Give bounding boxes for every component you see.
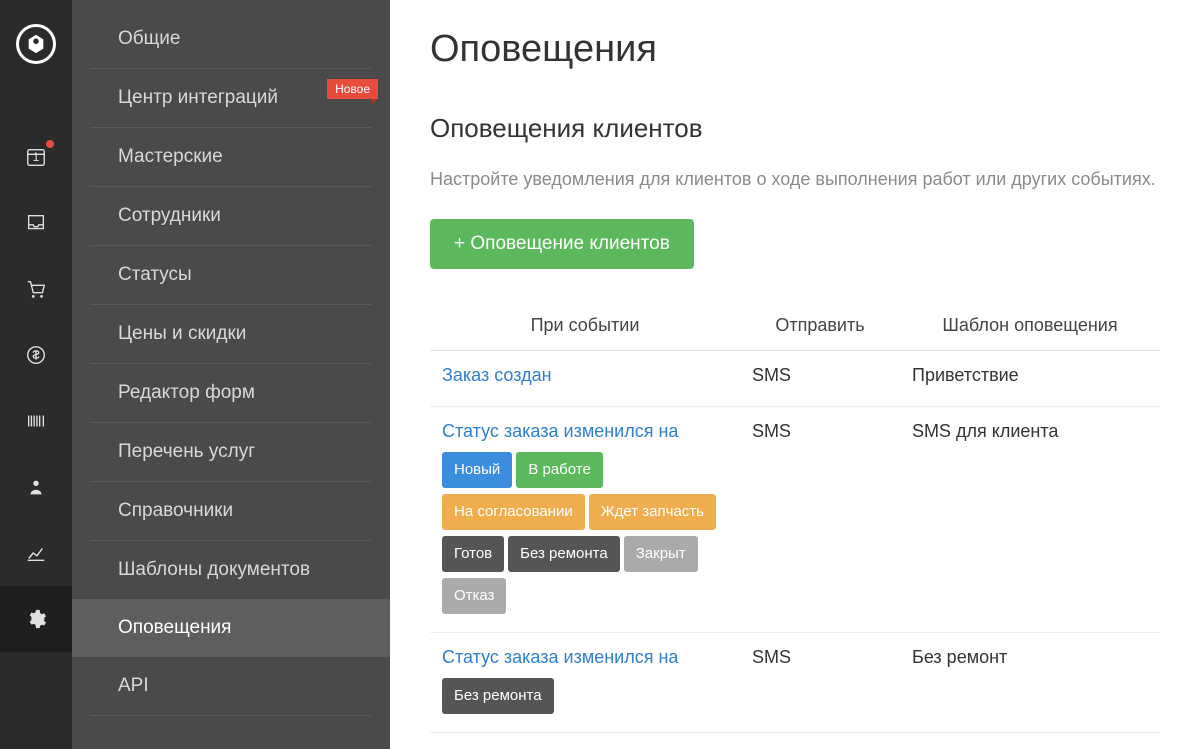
- rail-inbox[interactable]: 1: [0, 124, 72, 190]
- send-cell: SMS: [740, 351, 900, 407]
- rail-badge-count: 1: [33, 150, 40, 164]
- sidebar-item-services[interactable]: Перечень услуг: [90, 423, 372, 482]
- icon-rail: 1: [0, 0, 72, 749]
- page-title: Оповещения: [430, 28, 1160, 71]
- sidebar-item-label: Сотрудники: [118, 205, 221, 226]
- template-cell: SMS для клиента: [900, 407, 1160, 633]
- notifications-table: При событии Отправить Шаблон оповещения …: [430, 301, 1160, 749]
- template-cell: Приветствие: [900, 351, 1160, 407]
- send-cell: SMS: [740, 633, 900, 733]
- status-tag: На согласовании: [442, 494, 585, 530]
- main-content: Оповещения Оповещения клиентов Настройте…: [390, 0, 1200, 749]
- sidebar-item-general[interactable]: Общие: [90, 10, 372, 69]
- sidebar-item-workshops[interactable]: Мастерские: [90, 128, 372, 187]
- table-row[interactable]: Заказ создан SMSПриветствие: [430, 351, 1160, 407]
- rail-analytics[interactable]: [0, 520, 72, 586]
- rail-tray[interactable]: [0, 190, 72, 256]
- sidebar-item-doc-templates[interactable]: Шаблоны документов: [90, 541, 372, 599]
- sidebar-item-integrations[interactable]: Центр интеграций Новое: [90, 69, 372, 128]
- sidebar-item-prices[interactable]: Цены и скидки: [90, 305, 372, 364]
- col-event: При событии: [430, 301, 740, 351]
- app-logo[interactable]: [16, 24, 56, 64]
- status-tag: Новый: [442, 452, 512, 488]
- rail-settings[interactable]: [0, 586, 72, 652]
- gear-icon: [25, 608, 47, 630]
- status-tag: Закрыт: [624, 536, 698, 572]
- sidebar-item-label: Общие: [118, 28, 180, 49]
- sidebar-item-label: API: [118, 675, 149, 696]
- sidebar-item-label: Цены и скидки: [118, 323, 246, 344]
- new-badge: Новое: [327, 79, 378, 99]
- status-tag: Без ремонта: [442, 678, 554, 714]
- notification-dot-icon: [46, 140, 54, 148]
- logo-icon: [25, 33, 47, 55]
- event-link[interactable]: Статус заказа изменился на: [442, 647, 678, 668]
- dollar-icon: [25, 344, 47, 366]
- sidebar-item-label: Шаблоны документов: [118, 559, 310, 580]
- sidebar-item-label: Справочники: [118, 500, 233, 521]
- table-row[interactable]: Статус заказа изменился на Без ремонта SMS…: [430, 633, 1160, 733]
- sidebar-item-api[interactable]: API: [90, 657, 372, 716]
- status-tag: Готов: [442, 536, 504, 572]
- sidebar-item-label: Статусы: [118, 264, 192, 285]
- send-cell: SMS: [740, 733, 900, 749]
- sidebar-item-notifications[interactable]: Оповещения: [72, 599, 390, 657]
- col-template: Шаблон оповещения: [900, 301, 1160, 351]
- user-icon: [25, 476, 47, 498]
- barcode-icon: [25, 410, 47, 432]
- section-title: Оповещения клиентов: [430, 113, 1160, 144]
- status-tags: Без ремонта: [442, 676, 728, 718]
- event-link[interactable]: Статус заказа изменился на: [442, 421, 678, 442]
- cart-icon: [25, 278, 47, 300]
- sidebar-item-label: Мастерские: [118, 146, 223, 167]
- section-description: Настройте уведомления для клиентов о ход…: [430, 166, 1160, 193]
- template-cell: Закрыт успешно: [900, 733, 1160, 749]
- sidebar-item-label: Перечень услуг: [118, 441, 255, 462]
- tray-icon: [25, 212, 47, 234]
- status-tags: НовыйВ работе На согласованииЖдет запчаст…: [442, 450, 728, 618]
- status-tag: Отказ: [442, 578, 506, 614]
- rail-user[interactable]: [0, 454, 72, 520]
- template-cell: Без ремонт: [900, 633, 1160, 733]
- settings-sidebar: Общие Центр интеграций Новое Мастерские …: [72, 0, 390, 749]
- status-tag: Без ремонта: [508, 536, 620, 572]
- sidebar-item-label: Оповещения: [118, 617, 231, 638]
- sidebar-item-statuses[interactable]: Статусы: [90, 246, 372, 305]
- add-notification-button[interactable]: + Оповещение клиентов: [430, 219, 694, 269]
- col-send: Отправить: [740, 301, 900, 351]
- status-tag: В работе: [516, 452, 603, 488]
- event-link[interactable]: Заказ создан: [442, 365, 552, 386]
- table-row[interactable]: Статус заказа изменился наНовыйВ работеН…: [430, 407, 1160, 633]
- sidebar-item-employees[interactable]: Сотрудники: [90, 187, 372, 246]
- send-cell: SMS: [740, 407, 900, 633]
- status-tag: Ждет запчасть: [589, 494, 716, 530]
- sidebar-item-label: Центр интеграций: [118, 87, 278, 108]
- sidebar-item-label: Редактор форм: [118, 382, 255, 403]
- sidebar-item-directories[interactable]: Справочники: [90, 482, 372, 541]
- rail-money[interactable]: [0, 322, 72, 388]
- rail-cart[interactable]: [0, 256, 72, 322]
- sidebar-item-form-editor[interactable]: Редактор форм: [90, 364, 372, 423]
- chart-icon: [25, 542, 47, 564]
- rail-barcode[interactable]: [0, 388, 72, 454]
- table-row[interactable]: Статус заказа изменился наЗакрытSMSЗакры…: [430, 733, 1160, 749]
